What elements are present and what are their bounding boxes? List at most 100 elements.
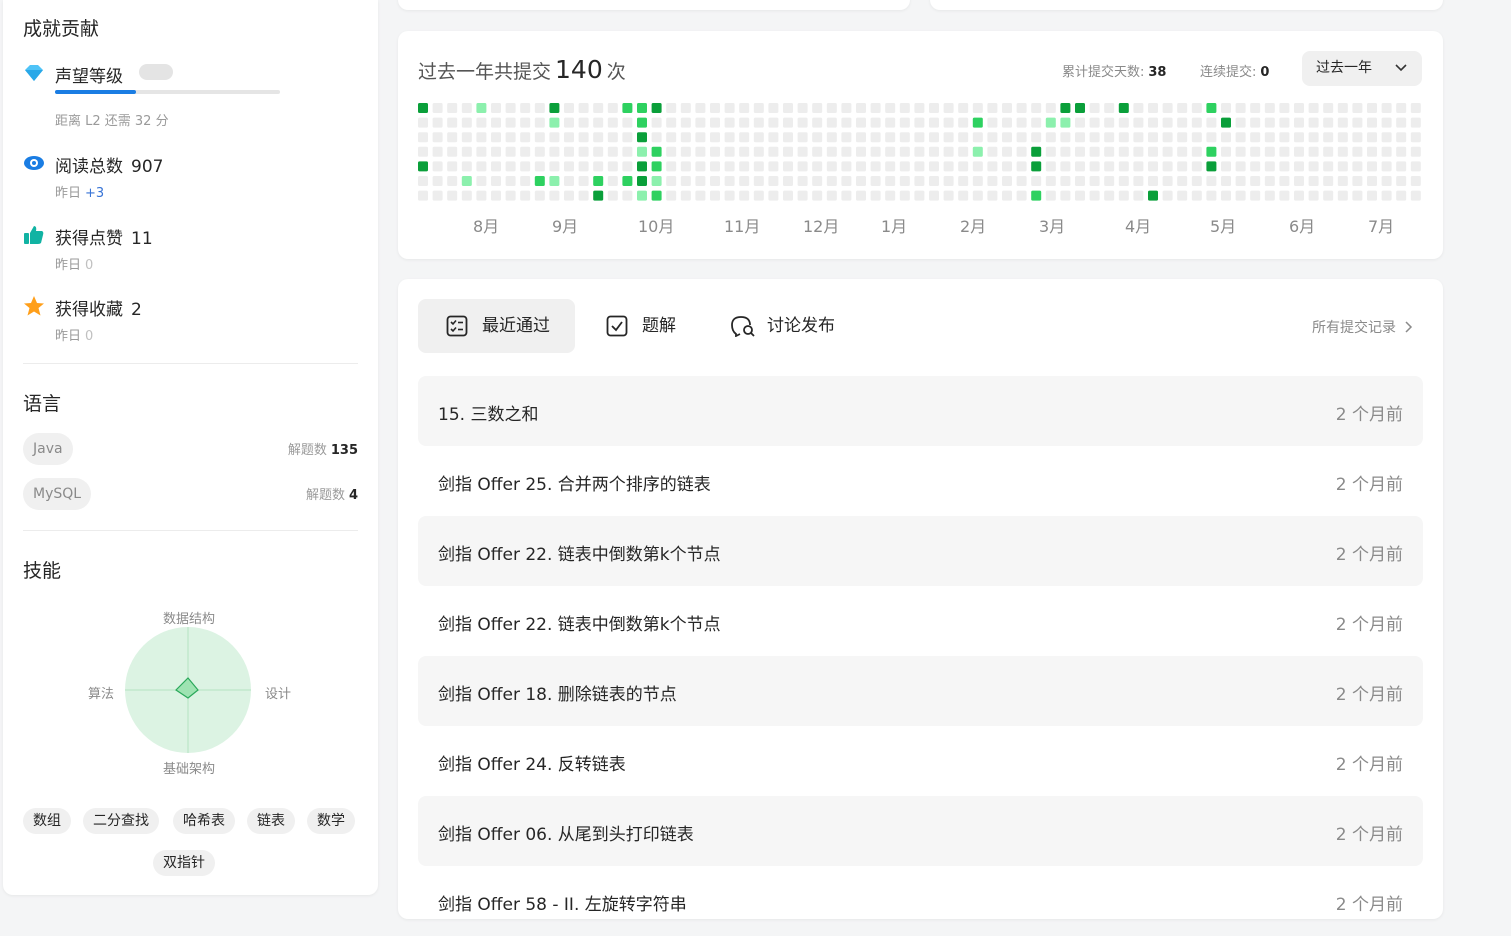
heatmap-cell[interactable] bbox=[1191, 161, 1202, 172]
heatmap-cell[interactable] bbox=[666, 176, 677, 186]
heatmap-cell[interactable] bbox=[505, 146, 516, 157]
heatmap-cell[interactable] bbox=[607, 103, 618, 113]
heatmap-cell[interactable] bbox=[885, 117, 896, 128]
heatmap-cell[interactable] bbox=[1177, 132, 1188, 143]
heatmap-cell[interactable] bbox=[1367, 161, 1377, 172]
heatmap-cell[interactable] bbox=[1337, 190, 1348, 201]
heatmap-cell[interactable] bbox=[1060, 190, 1071, 201]
heatmap-cell[interactable] bbox=[899, 161, 910, 172]
heatmap-cell[interactable] bbox=[1264, 103, 1275, 113]
heatmap-cell[interactable] bbox=[856, 132, 866, 143]
heatmap-cell[interactable] bbox=[447, 117, 458, 128]
heatmap-cell[interactable] bbox=[885, 161, 896, 172]
heatmap-cell[interactable] bbox=[1308, 103, 1319, 113]
heatmap-cell[interactable] bbox=[1221, 176, 1231, 186]
heatmap-cell[interactable] bbox=[680, 161, 691, 172]
heatmap-cell[interactable] bbox=[418, 161, 428, 172]
heatmap-cell[interactable] bbox=[1133, 190, 1144, 201]
heatmap-cell[interactable] bbox=[432, 190, 443, 201]
heatmap-cell[interactable] bbox=[1250, 103, 1261, 113]
heatmap-cell[interactable] bbox=[578, 117, 589, 128]
heatmap-cell[interactable] bbox=[695, 146, 706, 157]
heatmap-cell[interactable] bbox=[870, 146, 881, 157]
heatmap-cell[interactable] bbox=[943, 190, 954, 201]
heatmap-cell[interactable] bbox=[520, 146, 531, 157]
heatmap-cell[interactable] bbox=[856, 190, 866, 201]
heatmap-cell[interactable] bbox=[1031, 132, 1042, 143]
heatmap-cell[interactable] bbox=[447, 146, 458, 157]
heatmap-cell[interactable] bbox=[987, 103, 998, 113]
all-records-link[interactable]: 所有提交记录 bbox=[1312, 317, 1414, 337]
heatmap-cell[interactable] bbox=[1381, 103, 1392, 113]
heatmap-cell[interactable] bbox=[1016, 190, 1027, 201]
heatmap-cell[interactable] bbox=[1294, 146, 1304, 157]
heatmap-cell[interactable] bbox=[1118, 190, 1129, 201]
heatmap-cell[interactable] bbox=[1031, 117, 1042, 128]
heatmap-cell[interactable] bbox=[1060, 117, 1071, 128]
heatmap-cell[interactable] bbox=[418, 103, 428, 113]
heatmap-cell[interactable] bbox=[841, 161, 852, 172]
heatmap-cell[interactable] bbox=[1177, 117, 1188, 128]
heatmap-cell[interactable] bbox=[695, 117, 706, 128]
heatmap-cell[interactable] bbox=[564, 161, 574, 172]
heatmap-cell[interactable] bbox=[885, 176, 896, 186]
heatmap-cell[interactable] bbox=[491, 132, 501, 143]
heatmap-cell[interactable] bbox=[1308, 190, 1319, 201]
heatmap-cell[interactable] bbox=[1031, 103, 1042, 113]
heatmap-cell[interactable] bbox=[899, 146, 910, 157]
heatmap-cell[interactable] bbox=[593, 132, 604, 143]
heatmap-cell[interactable] bbox=[1191, 132, 1202, 143]
heatmap-cell[interactable] bbox=[1206, 146, 1217, 157]
heatmap-cell[interactable] bbox=[783, 117, 793, 128]
heatmap-cell[interactable] bbox=[418, 132, 428, 143]
heatmap-cell[interactable] bbox=[1060, 146, 1071, 157]
heatmap-cell[interactable] bbox=[549, 146, 560, 157]
heatmap-cell[interactable] bbox=[841, 146, 852, 157]
heatmap-cell[interactable] bbox=[534, 176, 545, 186]
heatmap-cell[interactable] bbox=[929, 161, 939, 172]
heatmap-cell[interactable] bbox=[1294, 132, 1304, 143]
heatmap-cell[interactable] bbox=[856, 103, 866, 113]
heatmap-cell[interactable] bbox=[461, 190, 472, 201]
heatmap-cell[interactable] bbox=[1016, 146, 1027, 157]
heatmap-cell[interactable] bbox=[476, 190, 487, 201]
heatmap-cell[interactable] bbox=[1396, 103, 1407, 113]
tab-recent-accepted[interactable]: 最近通过 bbox=[418, 299, 575, 353]
heatmap-cell[interactable] bbox=[1381, 132, 1392, 143]
heatmap-cell[interactable] bbox=[841, 176, 852, 186]
heatmap-cell[interactable] bbox=[1221, 117, 1231, 128]
heatmap-cell[interactable] bbox=[593, 117, 604, 128]
heatmap-cell[interactable] bbox=[1148, 117, 1158, 128]
heatmap-cell[interactable] bbox=[593, 146, 604, 157]
heatmap-cell[interactable] bbox=[651, 161, 662, 172]
heatmap-cell[interactable] bbox=[1031, 161, 1042, 172]
heatmap-cell[interactable] bbox=[1396, 161, 1407, 172]
heatmap-cell[interactable] bbox=[578, 161, 589, 172]
heatmap-cell[interactable] bbox=[739, 176, 750, 186]
heatmap-cell[interactable] bbox=[520, 161, 531, 172]
heatmap-cell[interactable] bbox=[914, 176, 925, 186]
heatmap-cell[interactable] bbox=[1118, 117, 1129, 128]
heatmap-cell[interactable] bbox=[1016, 161, 1027, 172]
heatmap-cell[interactable] bbox=[461, 161, 472, 172]
heatmap-cell[interactable] bbox=[491, 161, 501, 172]
heatmap-cell[interactable] bbox=[943, 176, 954, 186]
submission-row[interactable]: 剑指 Offer 58 - II. 左旋转字符串 2 个月前 bbox=[418, 866, 1423, 936]
tab-solutions[interactable]: 题解 bbox=[606, 299, 676, 353]
heatmap-cell[interactable] bbox=[1075, 176, 1085, 186]
heatmap-cell[interactable] bbox=[432, 103, 443, 113]
heatmap-cell[interactable] bbox=[1089, 117, 1100, 128]
heatmap-cell[interactable] bbox=[1075, 132, 1085, 143]
heatmap-cell[interactable] bbox=[1133, 176, 1144, 186]
heatmap-cell[interactable] bbox=[856, 146, 866, 157]
heatmap-cell[interactable] bbox=[1133, 146, 1144, 157]
heatmap-cell[interactable] bbox=[549, 103, 560, 113]
heatmap-cell[interactable] bbox=[1323, 103, 1334, 113]
heatmap-cell[interactable] bbox=[505, 161, 516, 172]
heatmap-cell[interactable] bbox=[1381, 117, 1392, 128]
heatmap-cell[interactable] bbox=[432, 117, 443, 128]
heatmap-cell[interactable] bbox=[768, 103, 779, 113]
heatmap-cell[interactable] bbox=[1118, 176, 1129, 186]
heatmap-cell[interactable] bbox=[432, 146, 443, 157]
heatmap-cell[interactable] bbox=[1337, 161, 1348, 172]
